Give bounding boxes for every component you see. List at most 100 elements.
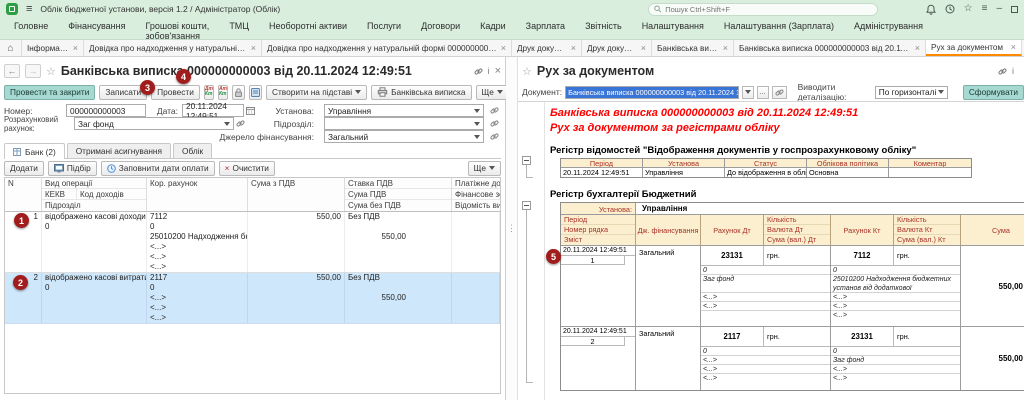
panel-splitter[interactable]: ⋮ — [506, 57, 518, 400]
table-more-button[interactable]: Ще — [468, 161, 501, 176]
document-input[interactable]: Банківська виписка 000000000003 від 20.1… — [565, 86, 739, 99]
document-choose-button[interactable]: ... — [757, 86, 769, 99]
forward-button[interactable]: → — [25, 64, 41, 78]
tab-dovidka[interactable]: Довідка про надходження у натуральній фо… — [84, 40, 262, 56]
lock-icon[interactable] — [232, 85, 245, 100]
menu-tmts[interactable]: ТМЦ — [229, 20, 249, 32]
close-icon[interactable]: × — [641, 43, 646, 53]
close-icon[interactable]: × — [251, 43, 256, 53]
tab-druk-2[interactable]: Друк документа× — [582, 40, 652, 56]
open-link-icon[interactable] — [488, 104, 500, 117]
close-icon[interactable]: × — [501, 43, 506, 53]
annotation-badge-3: 3 — [140, 80, 155, 95]
number-input[interactable]: 000000000003 — [66, 104, 146, 117]
search-input[interactable] — [665, 5, 871, 14]
history-clock-icon[interactable] — [945, 4, 955, 14]
menu-hroshovi-koshty[interactable]: Грошові кошти, зобов'язання — [146, 20, 210, 41]
add-row-button[interactable]: Додати — [4, 161, 44, 176]
bank-rows-grid[interactable]: N Вид операції КЕКВКод доходів Підрозділ… — [4, 177, 501, 394]
analytics-cell: 0 — [701, 347, 830, 356]
detail-mode-combo[interactable]: По горизонталі — [875, 86, 948, 99]
generate-report-button[interactable]: Сформувати — [963, 85, 1024, 100]
main-menu-icon[interactable]: ≡ — [26, 4, 32, 15]
get-link-icon[interactable] — [998, 67, 1007, 76]
show-postings-dtkt-icon[interactable]: ДтКт — [204, 85, 214, 100]
menu-zarplata[interactable]: Зарплата — [526, 20, 565, 32]
chevron-down-icon — [745, 90, 751, 94]
close-icon[interactable]: × — [1011, 42, 1016, 52]
pick-button[interactable]: Підбір — [48, 161, 97, 176]
subtab-bank[interactable]: Банк (2) — [4, 143, 65, 159]
menu-kadry[interactable]: Кадри — [480, 20, 506, 32]
report-subtitle: Рух за документом за регістрами обліку — [550, 122, 780, 134]
tab-rukh-za-dokumentom[interactable]: Рух за документом× — [926, 40, 1022, 56]
table-row-selected[interactable]: 2відображено касові витрати , від ...211… — [5, 273, 500, 324]
subtab-oblik[interactable]: Облік — [173, 143, 212, 158]
tab-bank-list[interactable]: Банківська виписка× — [652, 40, 734, 56]
menu-nalashtuvannia[interactable]: Налаштування — [642, 20, 704, 32]
post-and-close-button[interactable]: Провести та закрити — [4, 85, 95, 100]
open-link-icon[interactable] — [488, 117, 500, 130]
collapse-group-icon[interactable] — [522, 201, 531, 210]
tab-bank-doc[interactable]: Банківська виписка 000000000003 від 20.1… — [734, 40, 926, 56]
menu-finansuvannia[interactable]: Фінансування — [68, 20, 125, 32]
more-button[interactable]: Ще — [476, 85, 509, 100]
annotation-badge-1: 1 — [14, 213, 29, 228]
menu-holovne[interactable]: Головне — [14, 20, 48, 32]
department-label: Підрозділ: — [204, 119, 319, 129]
favorite-star-icon[interactable]: ☆ — [522, 65, 532, 78]
back-button[interactable]: ← — [4, 64, 20, 78]
document-dropdown-button[interactable] — [742, 86, 754, 99]
organization-combo[interactable]: Управління — [324, 104, 484, 117]
related-documents-icon[interactable] — [249, 85, 262, 100]
document-label: Документ: — [522, 87, 562, 97]
create-based-on-button[interactable]: Створити на підставі — [266, 85, 367, 100]
collapse-group-icon[interactable] — [522, 156, 531, 165]
menu-administruvannia[interactable]: Адміністрування — [854, 20, 923, 32]
chevron-down-icon — [489, 166, 495, 170]
menu-posluhy[interactable]: Послуги — [367, 20, 401, 32]
register-row: 20.11.2024 12:49:51 1 Загальний 23131грн… — [561, 246, 1024, 327]
menu-neoborotni-aktyvy[interactable]: Необоротні активи — [269, 20, 347, 32]
clear-button[interactable]: ×Очистити — [219, 161, 275, 176]
favorites-star-icon[interactable]: ☆ — [964, 4, 973, 14]
open-link-icon[interactable] — [488, 130, 500, 143]
subtab-otrymani-asyhnuvannia[interactable]: Отримані асигнування — [67, 143, 171, 158]
close-icon[interactable]: × — [915, 43, 920, 53]
table-row[interactable]: 1відображено касові доходи від о...71125… — [5, 212, 500, 273]
close-icon[interactable]: × — [723, 43, 728, 53]
open-link-icon[interactable] — [772, 86, 787, 99]
menu-nalashtuvannia-zarplata[interactable]: Налаштування (Зарплата) — [724, 20, 834, 32]
restore-window-icon[interactable] — [1011, 6, 1018, 13]
close-icon[interactable]: × — [571, 43, 576, 53]
tab-dovidka-doc[interactable]: Довідка про надходження у натуральній фо… — [262, 40, 512, 56]
get-link-icon[interactable] — [474, 67, 483, 76]
department-combo[interactable] — [324, 117, 484, 130]
analytics-cell: 0 — [831, 347, 960, 356]
analytics-cell: 25010200 Надходження бюджетних установ в… — [831, 275, 960, 293]
print-statement-button[interactable]: Банківська виписка — [371, 85, 471, 100]
post-button[interactable]: Провести — [151, 85, 200, 100]
close-icon[interactable]: × — [73, 43, 78, 53]
info-icon[interactable]: i — [488, 66, 490, 76]
minimize-icon[interactable]: – — [996, 4, 1002, 14]
funding-source-combo[interactable]: Загальний — [324, 130, 484, 143]
favorite-star-icon[interactable]: ☆ — [46, 65, 56, 78]
sum-cell: 550,00 — [961, 246, 1024, 326]
global-search[interactable] — [648, 3, 878, 16]
show-postings-extended-icon[interactable]: АтКт — [218, 85, 228, 100]
report-spreadsheet: Банківська виписка 000000000003 від 20.1… — [518, 101, 1024, 400]
close-form-icon[interactable]: × — [495, 65, 501, 77]
service-menu-icon[interactable]: ≡ — [982, 4, 988, 14]
info-icon[interactable]: i — [1012, 66, 1014, 76]
tab-druk-1[interactable]: Друк документа× — [512, 40, 582, 56]
detail-mode-label: Виводити деталізацію: — [798, 82, 872, 102]
menu-zvitnist[interactable]: Звітність — [585, 20, 622, 32]
notifications-bell-icon[interactable] — [926, 4, 936, 15]
tab-informatsiia[interactable]: Інформація× — [22, 40, 84, 56]
menu-dohovory[interactable]: Договори — [421, 20, 460, 32]
funding-source-label: Джерело фінансування: — [199, 132, 319, 142]
fill-payment-dates-button[interactable]: Заповнити дати оплати — [101, 161, 215, 176]
tab-home[interactable]: ⌂ — [0, 40, 22, 56]
analytics-cell: <...> — [831, 374, 960, 383]
